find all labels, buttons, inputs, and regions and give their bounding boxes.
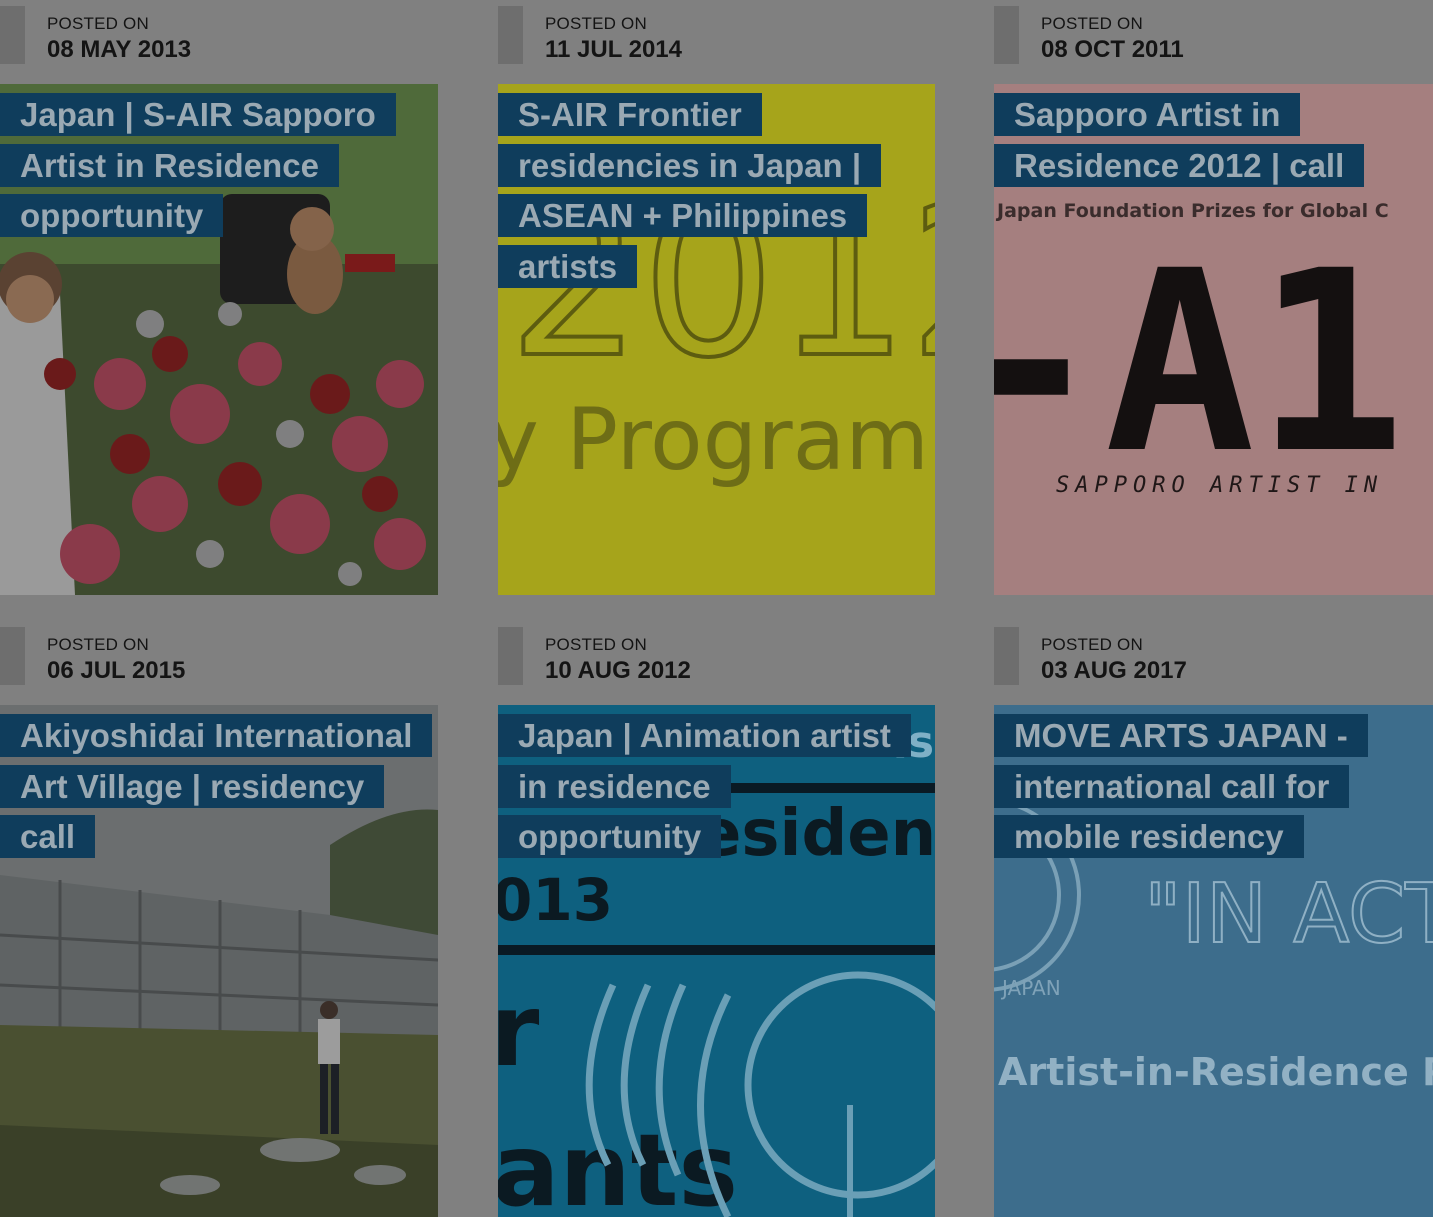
poster-text: Artist-in-Residence Pr [998, 1050, 1433, 1094]
posted-on-label: POSTED ON [1041, 14, 1143, 33]
post-title[interactable]: Sapporo Artist in Residence 2012 | call [994, 93, 1365, 187]
poster-text: JAPAN [1000, 976, 1061, 1000]
post-date: 10 AUG 2012 [545, 657, 691, 684]
post-card: POSTED ON 10 AUG 2012 Artis esidenc 013 … [498, 621, 935, 1217]
post-date-block: POSTED ON 08 OCT 2011 [994, 0, 1433, 84]
post-title-link[interactable]: Akiyoshidai International Art Village | … [0, 711, 433, 863]
post-title-link[interactable]: Sapporo Artist in Residence 2012 | call [994, 90, 1414, 191]
post-date-block: POSTED ON 06 JUL 2015 [0, 621, 438, 705]
date-accent-bar [0, 6, 25, 64]
poster-text: "IN ACT [1144, 867, 1433, 962]
poster-text: y Program [498, 390, 929, 490]
post-title[interactable]: S-AIR Frontier residencies in Japan | AS… [498, 93, 882, 288]
post-title-link[interactable]: Japan | Animation artist in residence op… [498, 711, 918, 863]
post-card: POSTED ON 06 JUL 2015 Akiyoshidai Intern… [0, 621, 438, 1217]
post-date-block: POSTED ON 08 MAY 2013 [0, 0, 438, 84]
post-thumbnail-link[interactable]: Japan | S-AIR Sapporo Artist in Residenc… [0, 84, 438, 595]
post-thumbnail-link[interactable]: "IN ACT JAPAN Artist-in-Residence Pr MOV… [994, 705, 1433, 1217]
post-title[interactable]: Japan | S-AIR Sapporo Artist in Residenc… [0, 93, 396, 237]
post-card: POSTED ON 11 JUL 2014 2012 y Program S-A… [498, 0, 935, 595]
post-date: 08 OCT 2011 [1041, 36, 1184, 63]
post-date-block: POSTED ON 03 AUG 2017 [994, 621, 1433, 705]
posted-on-label: POSTED ON [47, 14, 149, 33]
date-accent-bar [498, 6, 523, 64]
date-accent-bar [994, 6, 1019, 64]
post-card: POSTED ON 08 OCT 2011 he Japan Foundatio… [994, 0, 1433, 595]
poster-text: -A1 [994, 217, 1406, 508]
post-card: POSTED ON 03 AUG 2017 "IN ACT JAPAN Arti… [994, 621, 1433, 1217]
posted-on-label: POSTED ON [545, 14, 647, 33]
date-accent-bar [498, 627, 523, 685]
posted-on-label: POSTED ON [545, 635, 647, 654]
post-title[interactable]: MOVE ARTS JAPAN - international call for… [994, 714, 1368, 858]
post-date: 06 JUL 2015 [47, 657, 186, 684]
posted-on-label: POSTED ON [1041, 635, 1143, 654]
poster-text: 013 [498, 866, 613, 934]
post-title[interactable]: Japan | Animation artist in residence op… [498, 714, 911, 858]
post-title[interactable]: Akiyoshidai International Art Village | … [0, 714, 433, 858]
post-title-link[interactable]: MOVE ARTS JAPAN - international call for… [994, 711, 1414, 863]
poster-text: SAPPORO ARTIST IN [1056, 473, 1383, 498]
posted-on-label: POSTED ON [47, 635, 149, 654]
post-thumbnail-link[interactable]: Artis esidenc 013 r ants Japan | Animati… [498, 705, 935, 1217]
date-accent-bar [0, 627, 25, 685]
date-accent-bar [994, 627, 1019, 685]
post-date-block: POSTED ON 10 AUG 2012 [498, 621, 935, 705]
post-thumbnail-link[interactable]: he Japan Foundation Prizes for Global C … [994, 84, 1433, 595]
post-date-block: POSTED ON 11 JUL 2014 [498, 0, 935, 84]
post-date: 03 AUG 2017 [1041, 657, 1187, 684]
post-date: 08 MAY 2013 [47, 36, 192, 63]
post-date: 11 JUL 2014 [545, 36, 683, 63]
post-thumbnail-link[interactable]: 2012 y Program S-AIR Frontier residencie… [498, 84, 935, 595]
post-title-link[interactable]: Japan | S-AIR Sapporo Artist in Residenc… [0, 90, 420, 242]
poster-text: r [498, 972, 540, 1089]
post-title-link[interactable]: S-AIR Frontier residencies in Japan | AS… [498, 90, 918, 292]
post-card: POSTED ON 08 MAY 2013 Japan | S-AIR Sapp… [0, 0, 438, 595]
post-thumbnail-link[interactable]: Akiyoshidai International Art Village | … [0, 705, 438, 1217]
